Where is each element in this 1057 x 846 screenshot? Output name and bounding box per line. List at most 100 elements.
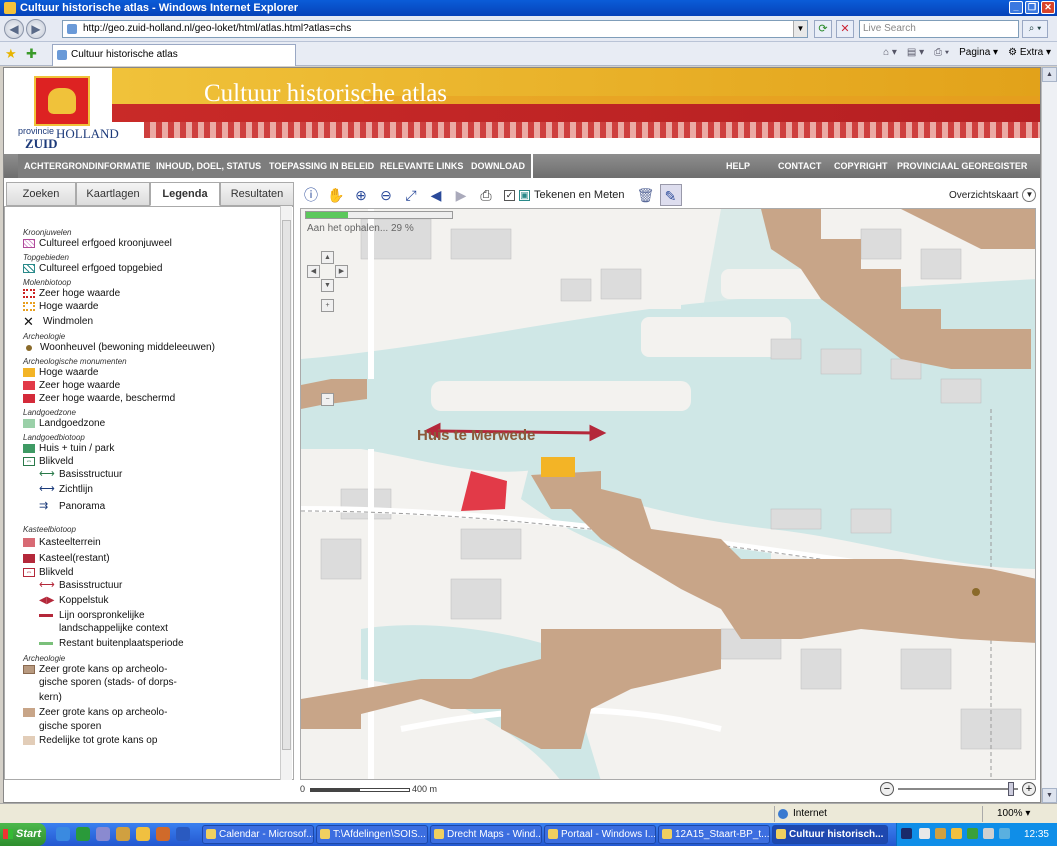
taskbar-item-label: Calendar - Microsof... <box>219 829 314 840</box>
info-icon[interactable]: ⓘ <box>300 184 322 206</box>
tekenen-checkbox[interactable]: ✓ <box>504 189 515 201</box>
tab-zoeken[interactable]: Zoeken <box>6 182 76 206</box>
taskbar-item-document[interactable]: 12A15_Staart-BP_t... <box>658 825 770 844</box>
menu-relevante-links[interactable]: RELEVANTE LINKS <box>374 154 472 178</box>
legend-item: ⇔ Blikveld <box>23 455 283 468</box>
province-logo[interactable] <box>34 76 90 126</box>
edit-icon[interactable]: ✎ <box>659 184 682 206</box>
address-field[interactable]: http://geo.zuid-holland.nl/geo-loket/htm… <box>62 20 808 38</box>
chevron-down-icon: ▼ <box>1022 188 1037 202</box>
legend-item: Restant buitenplaatsperiode <box>23 635 283 651</box>
taskbar-item-calendar[interactable]: Calendar - Microsof... <box>202 825 314 844</box>
back-button[interactable]: ◀ <box>4 19 24 39</box>
menu-achtergrondinformatie[interactable]: ACHTERGRONDINFORMATIE <box>18 154 159 178</box>
zoom-slider-knob[interactable] <box>1008 782 1014 796</box>
tab-legenda[interactable]: Legenda <box>150 182 220 206</box>
legend-swatch <box>23 264 35 273</box>
legend-item: Redelijke tot grote kans op <box>23 734 283 747</box>
zoom-level[interactable]: 100% ▾ <box>982 806 1057 822</box>
quicklaunch-outlook-icon[interactable] <box>136 827 150 841</box>
taskbar-item-portaal[interactable]: Portaal - Windows I... <box>544 825 656 844</box>
measure-icon: ▣ <box>519 189 530 201</box>
menu-download[interactable]: DOWNLOAD <box>465 154 533 178</box>
favorites-star-icon[interactable]: ★ <box>5 46 17 62</box>
overview-map-toggle[interactable]: Overzichtskaart ▼ <box>949 188 1037 202</box>
map-zoom-in-icon[interactable]: + <box>321 299 334 312</box>
pan-right-icon[interactable]: ▶ <box>335 265 348 278</box>
tray-icon[interactable] <box>935 828 946 839</box>
taskbar-item-atlas[interactable]: Cultuur historisch... <box>772 825 888 844</box>
tab-kaartlagen[interactable]: Kaartlagen <box>76 182 150 206</box>
page-scrollbar[interactable]: ▲ ▼ <box>1041 67 1057 803</box>
taskbar-item-drecht-maps[interactable]: Drecht Maps - Wind... <box>430 825 542 844</box>
feeds-icon[interactable]: ▤ ▾ <box>907 47 924 58</box>
quicklaunch-tool-icon[interactable] <box>116 827 130 841</box>
menu-toepassing[interactable]: TOEPASSING IN BELEID <box>263 154 383 178</box>
search-input[interactable]: Live Search <box>859 20 1019 38</box>
pan-down-icon[interactable]: ▼ <box>321 279 334 292</box>
legend-label: Huis + tuin / park <box>39 443 115 454</box>
security-zone[interactable]: Internet <box>774 806 974 822</box>
tools-menu[interactable]: ⚙ Extra ▾ <box>1008 47 1051 58</box>
trash-icon[interactable]: 🗑 <box>635 184 657 206</box>
zoom-slider-minus-icon[interactable]: − <box>880 782 894 796</box>
legend-scroll-thumb[interactable] <box>282 220 291 750</box>
restore-button[interactable]: ❐ <box>1025 1 1039 14</box>
scroll-down-icon[interactable]: ▼ <box>1042 788 1057 803</box>
zoom-out-icon[interactable]: ⊖ <box>375 184 397 206</box>
legend-label: Cultureel erfgoed kroonjuweel <box>39 238 172 249</box>
zoom-slider-plus-icon[interactable]: + <box>1022 782 1036 796</box>
legend-scrollbar[interactable] <box>280 206 292 780</box>
tray-icon[interactable] <box>983 828 994 839</box>
quicklaunch-word-icon[interactable] <box>176 827 190 841</box>
add-favorites-icon[interactable]: ✚ <box>26 46 37 62</box>
stop-button[interactable]: ✕ <box>836 20 854 38</box>
zoom-slider-track[interactable] <box>898 788 1018 790</box>
menu-georegister[interactable]: PROVINCIAAL GEOREGISTER <box>891 154 1033 178</box>
tab-resultaten[interactable]: Resultaten <box>220 182 294 206</box>
print-icon[interactable]: ⎙ ▾ <box>934 47 949 58</box>
pan-left-icon[interactable]: ◀ <box>307 265 320 278</box>
double-arrow-icon: ⟷ <box>39 483 55 495</box>
tray-icon[interactable] <box>967 828 978 839</box>
quicklaunch-excel-icon[interactable] <box>76 827 90 841</box>
quicklaunch-desktop-icon[interactable] <box>96 827 110 841</box>
tekenen-toggle[interactable]: ✓ ▣ Tekenen en Meten <box>504 189 625 201</box>
start-button[interactable]: Start <box>0 823 46 846</box>
forward-button[interactable]: ▶ <box>26 19 46 39</box>
full-extent-icon[interactable]: ⤢ <box>400 184 422 206</box>
legend-swatch <box>23 736 35 745</box>
previous-extent-icon[interactable]: ◀ <box>425 184 447 206</box>
home-icon[interactable]: ⌂ ▾ <box>883 47 897 58</box>
menu-inhoud[interactable]: INHOUD, DOEL, STATUS <box>150 154 270 178</box>
pan-hand-icon[interactable]: ✋ <box>325 184 347 206</box>
legend-swatch <box>23 239 35 248</box>
next-extent-icon[interactable]: ▶ <box>450 184 472 206</box>
quicklaunch-ie-icon[interactable] <box>56 827 70 841</box>
taskbar-item-folder[interactable]: T:\Afdelingen\SOIS... <box>316 825 428 844</box>
zoom-slider[interactable]: − + <box>880 782 1040 800</box>
map-zoom-out-icon[interactable]: − <box>321 393 334 406</box>
search-button[interactable]: ⌕ ▾ <box>1022 20 1048 38</box>
menu-contact[interactable]: CONTACT <box>772 154 827 178</box>
address-dropdown-icon[interactable]: ▼ <box>793 21 807 37</box>
menu-help[interactable]: HELP <box>720 154 756 178</box>
close-button[interactable]: ✕ <box>1041 1 1055 14</box>
map-canvas[interactable]: Aan het ophalen... 29 % ▲ ◀ ▶ ▼ + − Huis… <box>300 208 1036 780</box>
tray-icon[interactable] <box>999 828 1010 839</box>
print-map-icon[interactable]: ⎙ <box>475 184 497 206</box>
browser-tab-title: Cultuur historische atlas <box>71 49 178 60</box>
legend-item: ✕ Windmolen <box>23 313 283 329</box>
tray-icon[interactable] <box>951 828 962 839</box>
browser-tab[interactable]: Cultuur historische atlas <box>52 44 296 66</box>
quicklaunch-app-icon[interactable] <box>156 827 170 841</box>
page-menu[interactable]: Pagina ▾ <box>959 47 998 58</box>
menu-copyright[interactable]: COPYRIGHT <box>828 154 894 178</box>
tray-icon[interactable] <box>901 828 912 839</box>
zoom-in-icon[interactable]: ⊕ <box>350 184 372 206</box>
minimize-button[interactable]: _ <box>1009 1 1023 14</box>
pan-up-icon[interactable]: ▲ <box>321 251 334 264</box>
tray-icon[interactable] <box>919 828 930 839</box>
scroll-up-icon[interactable]: ▲ <box>1042 67 1057 82</box>
refresh-button[interactable]: ⟳ <box>814 20 832 38</box>
